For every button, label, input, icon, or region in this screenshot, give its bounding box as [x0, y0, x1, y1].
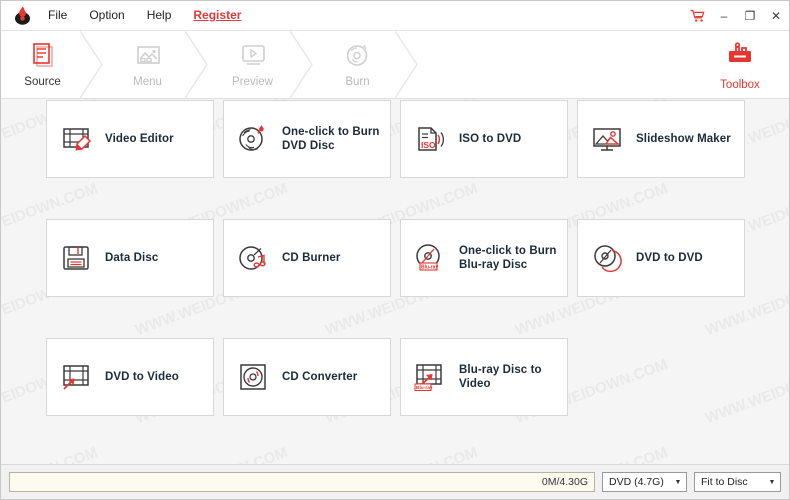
menu-help[interactable]: Help: [136, 1, 183, 30]
bottom-bar: 0M/4.30G DVD (4.7G) ▼ Fit to Disc ▼: [1, 464, 789, 499]
close-button[interactable]: ✕: [763, 1, 789, 30]
svg-text:Blu-ray: Blu-ray: [421, 264, 438, 270]
tool-grid: Video Editor One-click to Burn DVD Disc: [1, 99, 789, 443]
film-strip-arrow-icon: [47, 360, 105, 394]
step-chevron: [395, 31, 421, 98]
menu-file[interactable]: File: [37, 1, 78, 30]
toolbox-tab[interactable]: Toolbox: [699, 31, 781, 98]
tool-label: DVD to DVD: [636, 252, 703, 264]
tool-label: DVD to Video: [105, 371, 179, 383]
image-menu-icon: [133, 41, 163, 71]
monitor-photo-icon: [578, 122, 636, 156]
disc-format-value: DVD (4.7G): [609, 476, 664, 488]
svg-text:Blu-ray: Blu-ray: [416, 385, 433, 391]
flame-logo-icon: [7, 6, 37, 25]
step-ribbon: Source Menu Preview Burn Toolbox: [1, 31, 789, 99]
step-source-label: Source: [24, 76, 61, 88]
menu-bar: File Option Help Register – ❐ ✕: [1, 1, 789, 31]
minimize-button[interactable]: –: [711, 1, 737, 30]
disc-bluray-badge-icon: Blu-ray: [401, 241, 459, 275]
tool-label: CD Burner: [282, 252, 341, 264]
disc-burn-icon: [343, 41, 373, 71]
step-menu-label: Menu: [133, 76, 162, 88]
maximize-button[interactable]: ❐: [737, 1, 763, 30]
step-preview[interactable]: Preview: [211, 31, 294, 98]
capacity-progress-bar: 0M/4.30G: [9, 472, 595, 492]
tool-cd-converter[interactable]: CD Converter: [223, 338, 391, 416]
disc-in-square-icon: [224, 360, 282, 394]
close-icon: ✕: [770, 8, 782, 23]
play-monitor-icon: [238, 41, 268, 71]
disc-format-select[interactable]: DVD (4.7G) ▼: [602, 472, 687, 492]
film-bluray-arrow-icon: Blu-ray: [401, 360, 459, 394]
step-menu[interactable]: Menu: [106, 31, 189, 98]
tool-one-click-burn-bluray[interactable]: Blu-ray One-click to Burn Blu-ray Disc: [400, 219, 568, 297]
tool-video-editor[interactable]: Video Editor: [46, 100, 214, 178]
tool-label: Slideshow Maker: [636, 133, 731, 145]
application-window: File Option Help Register – ❐ ✕ Source M…: [0, 0, 790, 500]
two-discs-icon: [578, 241, 636, 275]
step-burn[interactable]: Burn: [316, 31, 399, 98]
menu-option[interactable]: Option: [78, 1, 135, 30]
chevron-down-icon: ▼: [768, 478, 776, 486]
tool-data-disc[interactable]: Data Disc: [46, 219, 214, 297]
tool-one-click-burn-dvd[interactable]: One-click to Burn DVD Disc: [223, 100, 391, 178]
chevron-down-icon: ▼: [674, 478, 682, 486]
iso-file-disc-icon: ISO: [401, 122, 459, 156]
fit-mode-value: Fit to Disc: [701, 476, 748, 488]
tool-label: Blu-ray Disc to Video: [459, 364, 542, 390]
tool-bluray-disc-to-video[interactable]: Blu-ray Blu-ray Disc to Video: [400, 338, 568, 416]
maximize-icon: ❐: [744, 8, 756, 23]
capacity-text: 0M/4.30G: [541, 476, 588, 488]
step-chevron: [185, 31, 211, 98]
disc-flame-icon: [224, 122, 282, 156]
film-strip-pencil-icon: [47, 122, 105, 156]
tool-label: Data Disc: [105, 252, 159, 264]
tool-label: CD Converter: [282, 371, 358, 383]
tool-dvd-to-dvd[interactable]: DVD to DVD: [577, 219, 745, 297]
step-source[interactable]: Source: [1, 31, 84, 98]
minimize-icon: –: [720, 8, 728, 23]
step-list: Source Menu Preview Burn: [1, 31, 421, 98]
step-preview-label: Preview: [232, 76, 273, 88]
svg-text:ISO: ISO: [421, 140, 436, 150]
shopping-cart-icon[interactable]: [683, 1, 711, 30]
toolbox-icon: [725, 39, 755, 74]
fit-mode-select[interactable]: Fit to Disc ▼: [694, 472, 781, 492]
tool-label: Video Editor: [105, 133, 174, 145]
tool-iso-to-dvd[interactable]: ISO ISO to DVD: [400, 100, 568, 178]
floppy-disk-icon: [47, 241, 105, 275]
tool-label: One-click to Burn DVD Disc: [282, 126, 380, 152]
toolbox-label: Toolbox: [720, 78, 760, 91]
tool-label: One-click to Burn Blu-ray Disc: [459, 245, 557, 271]
register-link[interactable]: Register: [182, 1, 252, 30]
step-chevron: [80, 31, 106, 98]
tool-slideshow-maker[interactable]: Slideshow Maker: [577, 100, 745, 178]
step-burn-label: Burn: [345, 76, 370, 88]
tool-cd-burner[interactable]: CD Burner: [223, 219, 391, 297]
tool-label: ISO to DVD: [459, 133, 522, 145]
document-stack-icon: [28, 41, 58, 71]
disc-music-note-icon: [224, 241, 282, 275]
step-chevron: [290, 31, 316, 98]
tool-dvd-to-video[interactable]: DVD to Video: [46, 338, 214, 416]
window-controls: – ❐ ✕: [683, 1, 789, 30]
